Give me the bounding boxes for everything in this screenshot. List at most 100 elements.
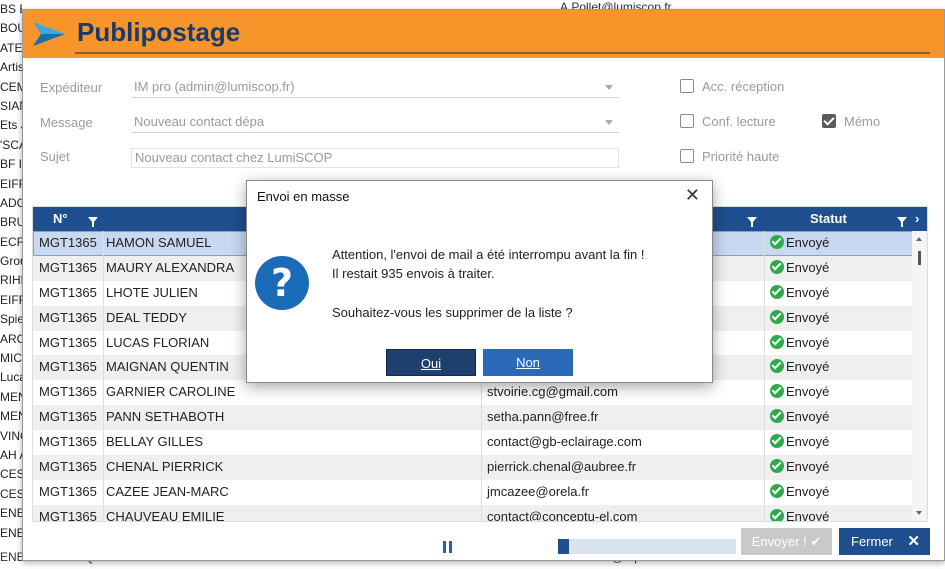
cell-status: Envoyé <box>764 405 920 431</box>
cell-code: MGT1365 <box>39 479 104 505</box>
expediteur-label: Expéditeur <box>40 80 103 95</box>
background-list-item: BOU <box>0 21 22 36</box>
cell-code: MGT1365 <box>39 305 104 331</box>
cell-code: MGT1365 <box>39 455 104 480</box>
check-circle-icon <box>770 459 784 474</box>
column-header-num[interactable]: N° <box>53 207 68 231</box>
conf-lecture-checkbox[interactable] <box>680 114 694 128</box>
table-row[interactable]: MGT1365 BELLAY GILLES contact@gb-eclairage… <box>33 430 913 456</box>
check-circle-icon <box>770 508 784 521</box>
dialog-message-line2: Il restait 935 envois à traiter. <box>332 266 495 281</box>
background-list-item: ADG <box>0 195 22 210</box>
sujet-label: Sujet <box>40 149 70 164</box>
cell-name: CHENAL PIERRICK <box>106 459 224 475</box>
background-list-item: ECR <box>0 234 22 249</box>
cell-name: GARNIER CAROLINE <box>106 384 236 400</box>
envoyer-label: Envoyer ! <box>751 534 807 549</box>
background-list-item: CESI <box>0 486 22 501</box>
status-text: Envoyé <box>786 409 830 425</box>
cell-code: MGT1365 <box>39 430 104 456</box>
chevron-down-icon <box>605 120 613 125</box>
cell-status: Envoyé <box>764 280 920 306</box>
status-text: Envoyé <box>786 259 830 275</box>
scroll-down-icon[interactable] <box>916 511 922 515</box>
scroll-up-icon[interactable] <box>916 237 922 241</box>
message-label: Message <box>40 115 93 130</box>
oui-button[interactable]: Oui <box>386 349 476 376</box>
fermer-label: Fermer <box>851 534 893 549</box>
chevron-right-icon[interactable]: › <box>915 207 919 231</box>
status-text: Envoyé <box>786 334 830 350</box>
background-list-item: Spie <box>0 312 22 327</box>
table-row[interactable]: MGT1365 CHAUVEAU EMILIE contact@conceptu-e… <box>33 504 913 522</box>
cell-email: contact@gb-eclairage.com <box>481 430 765 456</box>
background-list-item: MEN <box>0 409 22 424</box>
sujet-field[interactable]: Nouveau contact chez LumiSCOP <box>131 148 619 168</box>
check-icon: ✔ <box>810 534 822 549</box>
expediteur-select[interactable]: IM pro (admin@lumiscop.fr) <box>131 76 619 98</box>
cell-code: MGT1365 <box>39 280 104 306</box>
cell-code: MGT1365 <box>39 504 104 521</box>
message-select[interactable]: Nouveau contact dépa <box>131 111 619 133</box>
scroll-thumb[interactable] <box>918 251 921 265</box>
background-list-item: AH A <box>0 447 22 462</box>
cell-status: Envoyé <box>764 255 920 281</box>
status-text: Envoyé <box>786 284 830 300</box>
check-circle-icon <box>770 434 784 449</box>
status-text: Envoyé <box>786 235 830 250</box>
cell-code: MGT1365 <box>39 355 104 381</box>
check-circle-icon <box>770 359 784 374</box>
table-row[interactable]: MGT1365 PANN SETHABOTH setha.pann@free.fr E… <box>33 405 913 431</box>
background-list-item: ENEC <box>0 525 22 540</box>
cell-email: pierrick.chenal@aubree.fr <box>481 455 765 480</box>
background-list-item: 'SCA <box>0 137 22 152</box>
filter-icon[interactable] <box>88 207 98 231</box>
cell-status: Envoyé <box>764 380 920 406</box>
cell-status: Envoyé <box>764 330 920 356</box>
status-text: Envoyé <box>786 434 830 450</box>
non-button[interactable]: Non <box>483 349 573 376</box>
cell-code: MGT1365 <box>39 255 104 281</box>
fermer-button[interactable]: Fermer ✕ <box>839 528 930 555</box>
acc-reception-label: Acc. réception <box>702 79 785 94</box>
acc-reception-checkbox[interactable] <box>680 79 694 93</box>
status-text: Envoyé <box>786 459 830 475</box>
status-text: Envoyé <box>786 508 830 522</box>
column-header-statut[interactable]: Statut <box>810 207 847 231</box>
priorite-haute-checkbox[interactable] <box>680 149 694 163</box>
background-list-item: Artis <box>0 60 22 75</box>
progress-bar <box>558 539 736 554</box>
background-list-item: ENE <box>0 506 22 521</box>
background-list-item: CEM <box>0 79 22 94</box>
priorite-haute-label: Priorité haute <box>702 149 780 164</box>
filter-icon[interactable] <box>897 207 907 231</box>
table-row[interactable]: MGT1365 GARNIER CAROLINE stvoirie.cg@gmail… <box>33 380 913 406</box>
memo-checkbox[interactable] <box>822 114 836 128</box>
status-text: Envoyé <box>786 384 830 400</box>
table-row[interactable]: MGT1365 CHENAL PIERRICK pierrick.chenal@au… <box>33 455 913 480</box>
close-icon: ✕ <box>907 533 920 550</box>
cell-email: setha.pann@free.fr <box>481 405 765 431</box>
cell-status: Envoyé <box>764 305 920 331</box>
vertical-scrollbar[interactable] <box>912 231 927 521</box>
background-list-item: Grou <box>0 254 22 269</box>
background-list-item: EIFF <box>0 292 22 307</box>
table-row[interactable]: MGT1365 CAZEE JEAN-MARC jmcazee@orela.fr En… <box>33 479 913 505</box>
background-list-item: RIHE <box>0 273 22 288</box>
background-list: BS Ent... BOU ATEL Artis CEM SIAN Ets J 'SCA BF … <box>0 0 22 569</box>
check-circle-icon <box>770 483 784 498</box>
title-underline <box>75 52 930 54</box>
close-icon[interactable]: ✕ <box>685 185 700 206</box>
envoyer-button[interactable]: Envoyer ! ✔ <box>741 528 832 555</box>
cell-code: MGT1365 <box>39 330 104 356</box>
pause-icon[interactable] <box>443 541 453 553</box>
check-circle-icon <box>770 235 784 249</box>
check-circle-icon <box>770 409 784 424</box>
background-list-item: MIC <box>0 351 22 366</box>
cell-email: stvoirie.cg@gmail.com <box>481 380 765 406</box>
dialog-message-line3: Souhaitez-vous les supprimer de la liste… <box>332 305 573 320</box>
cell-status: Envoyé <box>764 355 920 381</box>
cell-email: contact@conceptu-el.com <box>481 504 765 521</box>
filter-icon[interactable] <box>747 207 757 231</box>
window-title: Publipostage <box>77 17 241 47</box>
